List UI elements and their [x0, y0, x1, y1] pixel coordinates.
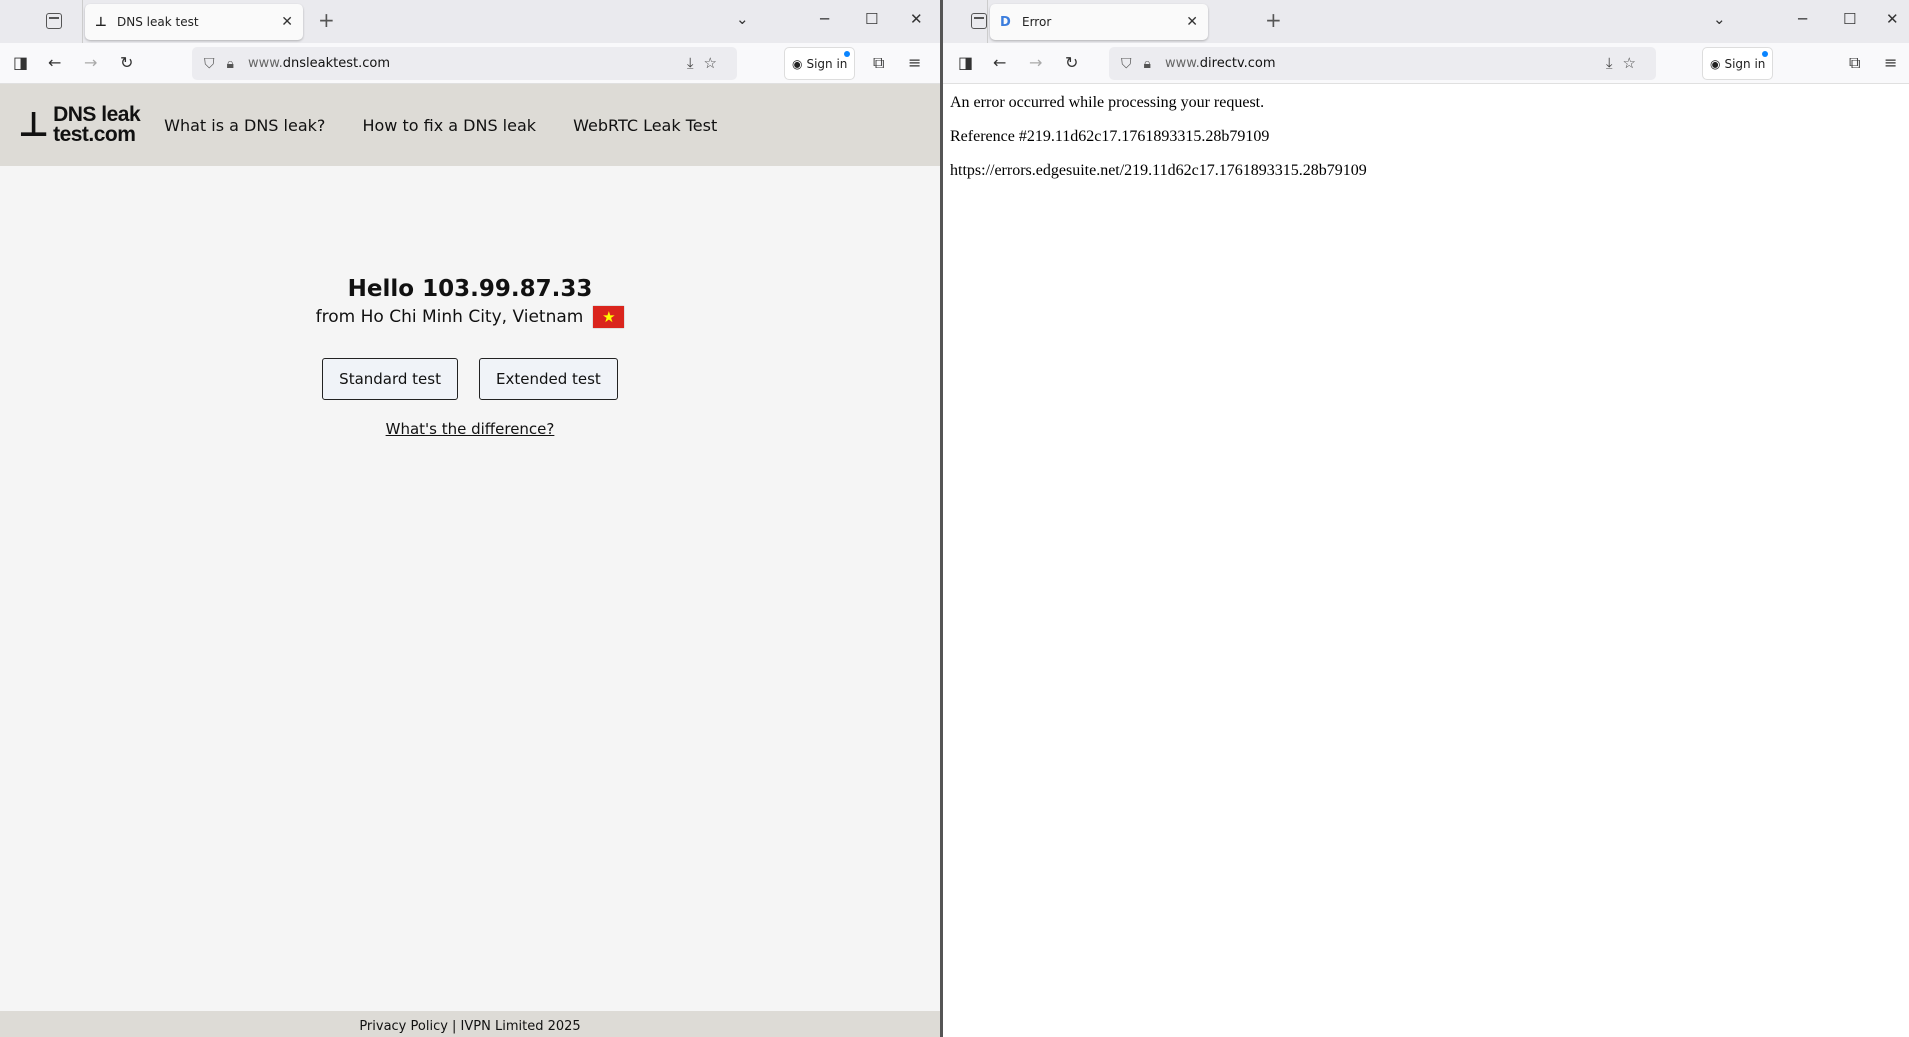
extended-test-button[interactable]: Extended test: [479, 358, 618, 400]
tab-bar: D Error ✕ + ⌄ ─ ☐ ✕: [943, 0, 1909, 43]
logo-line2: test.com: [53, 123, 136, 146]
lock-icon[interactable]: 🔒︎: [227, 56, 234, 72]
account-icon: ◉: [792, 56, 803, 71]
save-download-icon[interactable]: ⤓: [687, 54, 704, 72]
url-bar[interactable]: ⛉ 🔒︎ www.directv.com ⤓☆: [1109, 47, 1656, 80]
close-tab-icon[interactable]: ✕: [281, 14, 293, 30]
menu-icon[interactable]: ≡: [1884, 53, 1897, 72]
close-window-button[interactable]: ✕: [1886, 10, 1899, 28]
vietnam-flag-icon: ★: [593, 306, 625, 328]
back-button[interactable]: ←: [993, 53, 1006, 72]
shield-icon[interactable]: ⛉: [1121, 56, 1132, 72]
minimize-button[interactable]: ─: [1798, 10, 1807, 28]
standard-test-button[interactable]: Standard test: [322, 358, 458, 400]
menu-icon[interactable]: ≡: [908, 53, 921, 72]
forward-button[interactable]: →: [84, 53, 97, 72]
reload-button[interactable]: ↻: [1065, 53, 1078, 72]
back-button[interactable]: ←: [48, 53, 61, 72]
nav-webrtc-leak-test[interactable]: WebRTC Leak Test: [573, 116, 717, 135]
tab-title: Error: [1022, 15, 1052, 29]
shield-icon[interactable]: ⛉: [204, 56, 215, 72]
location-text: from Ho Chi Minh City, Vietnam: [315, 307, 584, 327]
tab-dns-leak-test[interactable]: ⊥ DNS leak test ✕: [85, 4, 303, 40]
url-prefix: www.: [1164, 56, 1200, 71]
nav-toolbar: ◨ ← → ↻ ⛉ 🔒︎ www.dnsleaktest.com ⤓☆ ◉ Si…: [0, 43, 940, 84]
hello-ip: Hello 103.99.87.33: [347, 276, 593, 302]
maximize-button[interactable]: ☐: [865, 10, 878, 28]
tab-overview-icon[interactable]: [46, 13, 62, 29]
tab-overview-icon[interactable]: [971, 13, 987, 29]
hero: Hello 103.99.87.33 from Ho Chi Minh City…: [0, 276, 940, 438]
browser-window-left: ⊥ DNS leak test ✕ + ⌄ ─ ☐ ✕ ◨ ← → ↻ ⛉ 🔒︎…: [0, 0, 940, 1037]
footer[interactable]: Privacy Policy | IVPN Limited 2025: [0, 1011, 940, 1037]
url-bar[interactable]: ⛉ 🔒︎ www.dnsleaktest.com ⤓☆: [192, 47, 737, 80]
new-tab-button[interactable]: +: [1265, 8, 1282, 32]
directv-favicon-icon: D: [1000, 14, 1011, 30]
list-tabs-chevron-icon[interactable]: ⌄: [1713, 10, 1726, 28]
notification-dot: [1762, 51, 1769, 57]
tab-title: DNS leak test: [117, 15, 199, 29]
sign-in-button[interactable]: ◉ Sign in: [1702, 47, 1774, 80]
whats-the-difference-link[interactable]: What's the difference?: [386, 420, 555, 438]
error-url: https://errors.edgesuite.net/219.11d62c1…: [950, 162, 1367, 179]
sign-in-button[interactable]: ◉ Sign in: [784, 47, 856, 80]
forward-button[interactable]: →: [1029, 53, 1042, 72]
save-download-icon[interactable]: ⤓: [1606, 54, 1623, 72]
error-reference: Reference #219.11d62c17.1761893315.28b79…: [950, 128, 1270, 145]
site-header: ⊥ DNS leak test.com What is a DNS leak? H…: [0, 84, 940, 166]
nav-what-is-dns-leak[interactable]: What is a DNS leak?: [164, 116, 325, 135]
new-tab-button[interactable]: +: [318, 8, 335, 32]
lock-icon[interactable]: 🔒︎: [1144, 56, 1151, 72]
extensions-icon[interactable]: ⧉: [873, 53, 884, 73]
url-prefix: www.: [247, 56, 283, 71]
tab-error[interactable]: D Error ✕: [990, 4, 1208, 40]
error-message: An error occurred while processing your …: [950, 94, 1265, 111]
close-tab-icon[interactable]: ✕: [1186, 14, 1198, 30]
close-window-button[interactable]: ✕: [910, 10, 923, 28]
maximize-button[interactable]: ☐: [1843, 10, 1856, 28]
bookmark-star-icon[interactable]: ☆: [1623, 54, 1646, 72]
faucet-logo-icon: ⊥: [18, 105, 50, 145]
divider: [82, 0, 83, 43]
error-content: An error occurred while processing your …: [943, 84, 1909, 180]
site-nav: What is a DNS leak? How to fix a DNS lea…: [164, 116, 749, 135]
site-logo[interactable]: ⊥ DNS leak test.com: [18, 104, 141, 146]
reload-button[interactable]: ↻: [120, 53, 133, 72]
sidebar-icon[interactable]: ◨: [13, 53, 28, 72]
divider: [987, 0, 988, 43]
sign-in-label: Sign in: [806, 56, 848, 71]
list-tabs-chevron-icon[interactable]: ⌄: [736, 10, 749, 28]
sign-in-label: Sign in: [1724, 56, 1766, 71]
nav-toolbar: ◨ ← → ↻ ⛉ 🔒︎ www.directv.com ⤓☆ ◉ Sign i…: [943, 43, 1909, 84]
sidebar-icon[interactable]: ◨: [958, 53, 973, 72]
url-host: dnsleaktest.com: [282, 56, 391, 71]
extensions-icon[interactable]: ⧉: [1849, 53, 1860, 73]
bookmark-star-icon[interactable]: ☆: [704, 54, 727, 72]
browser-window-right: D Error ✕ + ⌄ ─ ☐ ✕ ◨ ← → ↻ ⛉ 🔒︎ www.dir…: [943, 0, 1909, 1037]
faucet-favicon-icon: ⊥: [95, 14, 107, 30]
account-icon: ◉: [1710, 56, 1721, 71]
nav-how-to-fix[interactable]: How to fix a DNS leak: [362, 116, 536, 135]
minimize-button[interactable]: ─: [820, 10, 829, 28]
url-host: directv.com: [1199, 56, 1276, 71]
notification-dot: [844, 51, 851, 57]
tab-bar: ⊥ DNS leak test ✕ + ⌄ ─ ☐ ✕: [0, 0, 940, 43]
